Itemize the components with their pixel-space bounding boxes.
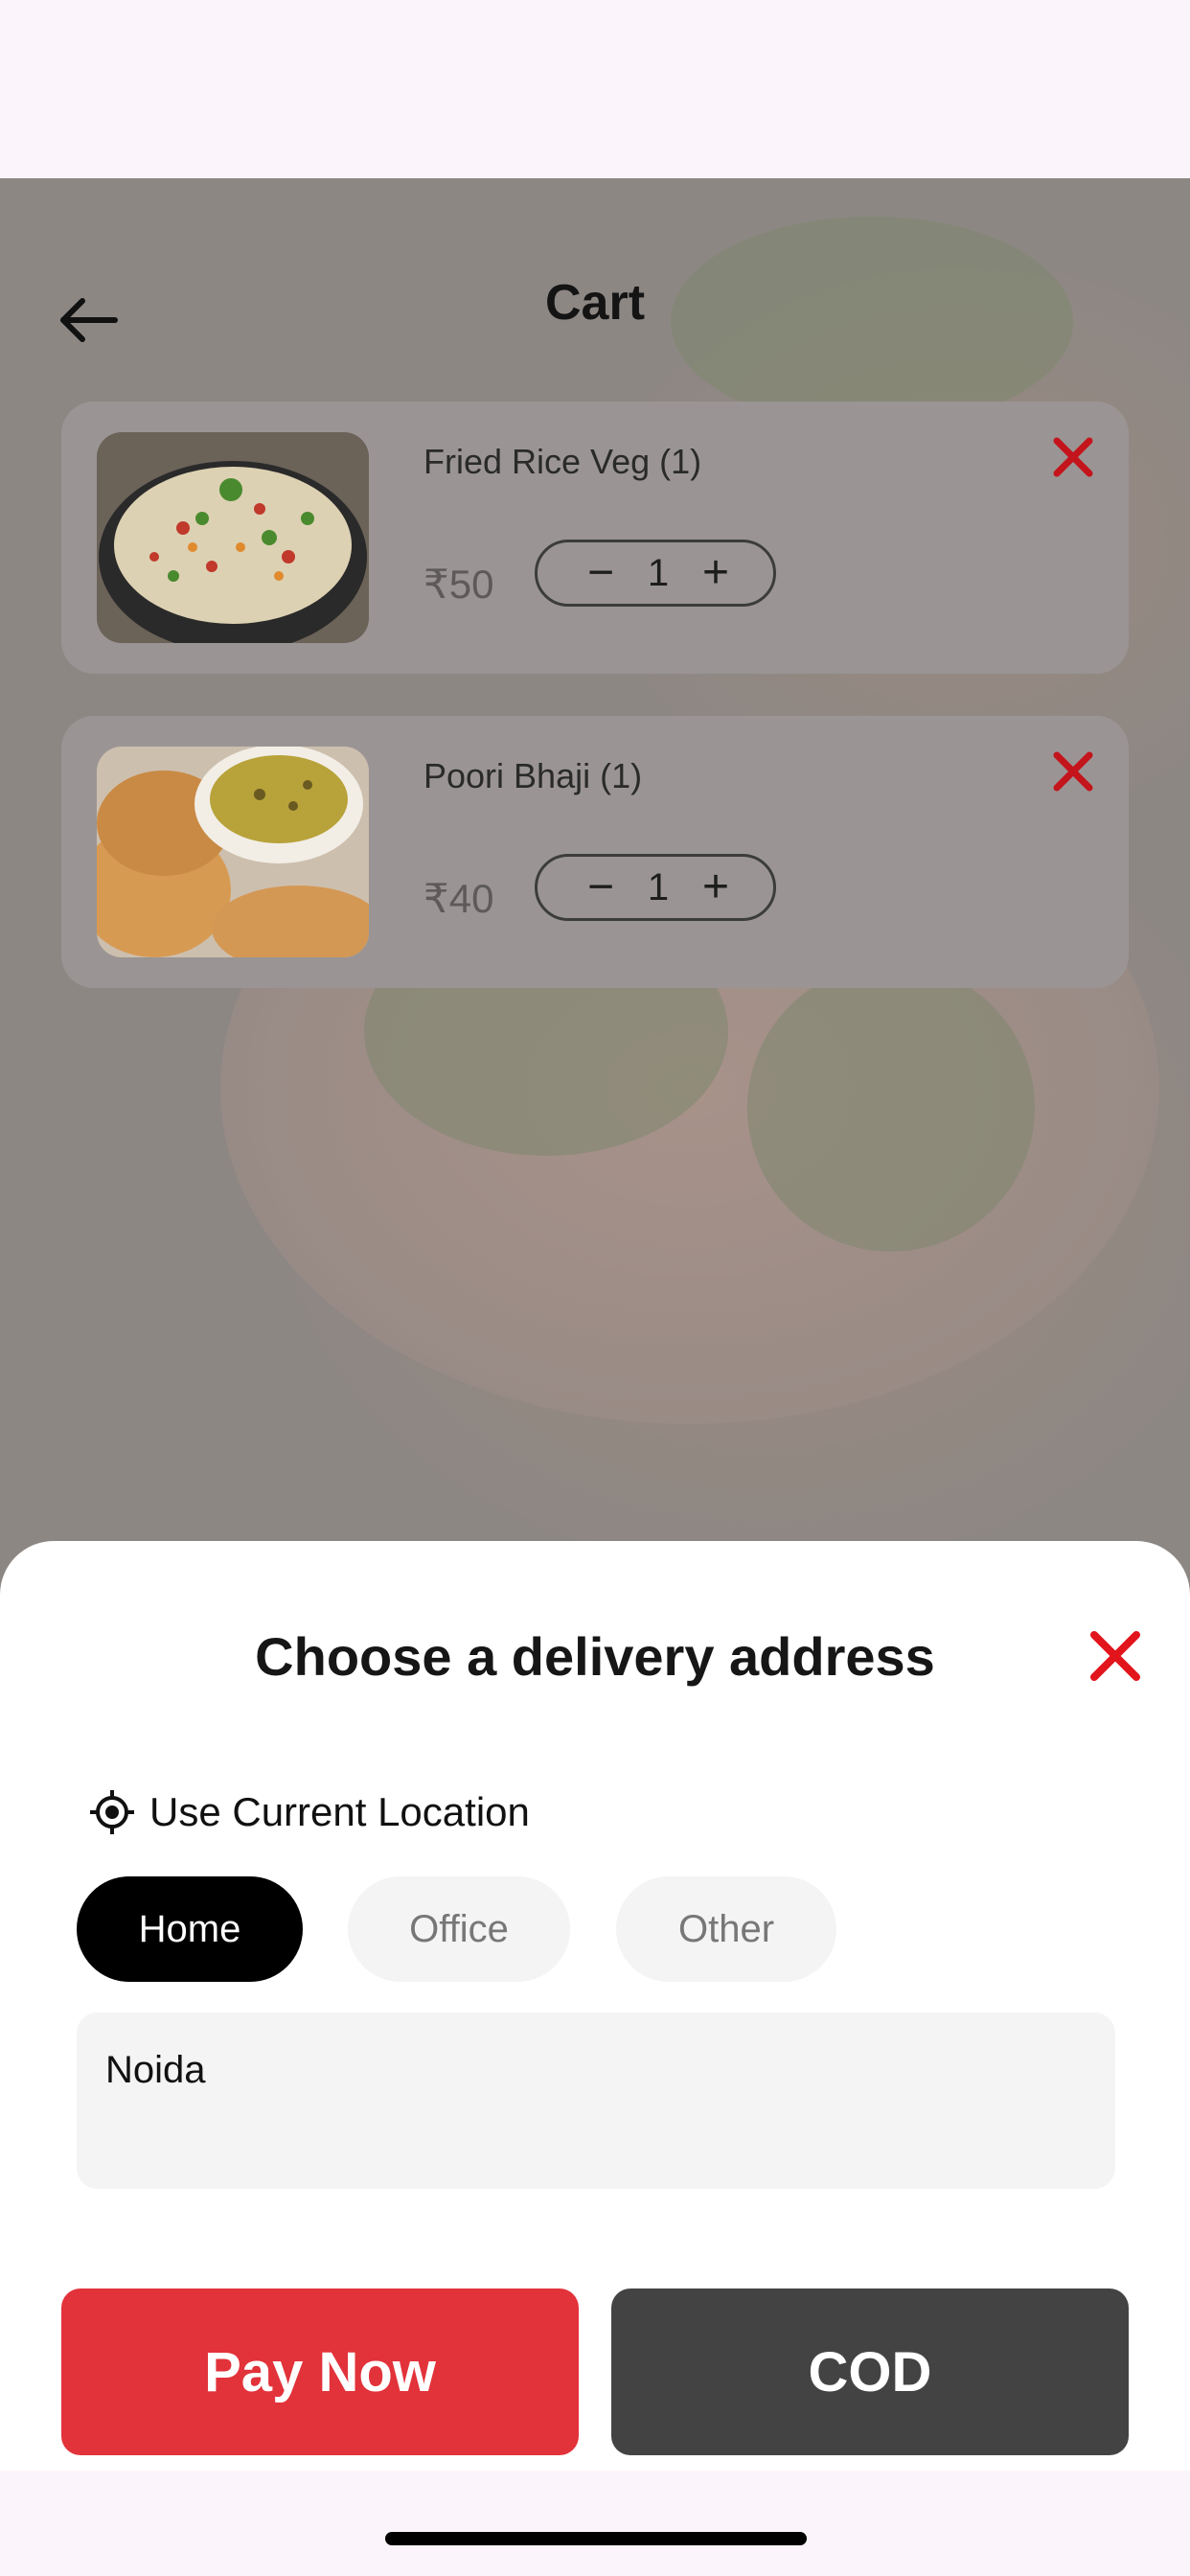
- status-bar: [0, 0, 1190, 178]
- cart-item: Fried Rice Veg (1) ₹50 − 1 +: [61, 402, 1129, 674]
- close-icon: [1090, 1631, 1140, 1681]
- cod-button[interactable]: COD: [611, 2288, 1129, 2455]
- quantity-stepper: − 1 +: [535, 540, 776, 607]
- poori-bhaji-image: [97, 747, 369, 957]
- close-sheet-button[interactable]: [1088, 1629, 1142, 1683]
- use-current-location-label: Use Current Location: [149, 1789, 530, 1834]
- page-title: Cart: [544, 275, 646, 331]
- item-name: Fried Rice Veg (1): [423, 442, 702, 481]
- quantity-value: 1: [647, 551, 670, 594]
- quantity-stepper: − 1 +: [535, 854, 776, 921]
- close-icon: [1053, 437, 1093, 477]
- increment-button[interactable]: +: [702, 550, 729, 596]
- use-current-location-button[interactable]: Use Current Location: [88, 1788, 530, 1836]
- delivery-address-sheet: Choose a delivery address Use Current Lo…: [0, 1541, 1190, 2471]
- address-type-office[interactable]: Office: [348, 1876, 570, 1982]
- remove-item-button[interactable]: [1052, 436, 1094, 478]
- remove-item-button[interactable]: [1052, 750, 1094, 793]
- item-price: ₹50: [423, 562, 494, 607]
- address-type-home[interactable]: Home: [77, 1876, 303, 1982]
- cart-item: Poori Bhaji (1) ₹40 − 1 +: [61, 716, 1129, 988]
- decrement-button[interactable]: −: [587, 864, 614, 910]
- quantity-value: 1: [647, 865, 670, 908]
- close-icon: [1053, 751, 1093, 792]
- sheet-title: Choose a delivery address: [255, 1626, 935, 1687]
- fried-rice-image: [97, 432, 369, 643]
- address-input[interactable]: Noida: [77, 2012, 1115, 2189]
- increment-button[interactable]: +: [702, 864, 729, 910]
- item-price: ₹40: [423, 876, 494, 921]
- location-target-icon: [90, 1790, 134, 1834]
- decrement-button[interactable]: −: [587, 550, 614, 596]
- address-type-other[interactable]: Other: [616, 1876, 836, 1982]
- pay-now-button[interactable]: Pay Now: [61, 2288, 579, 2455]
- background-garnish: [747, 964, 1035, 1252]
- item-name: Poori Bhaji (1): [423, 756, 643, 795]
- home-indicator: [385, 2532, 807, 2545]
